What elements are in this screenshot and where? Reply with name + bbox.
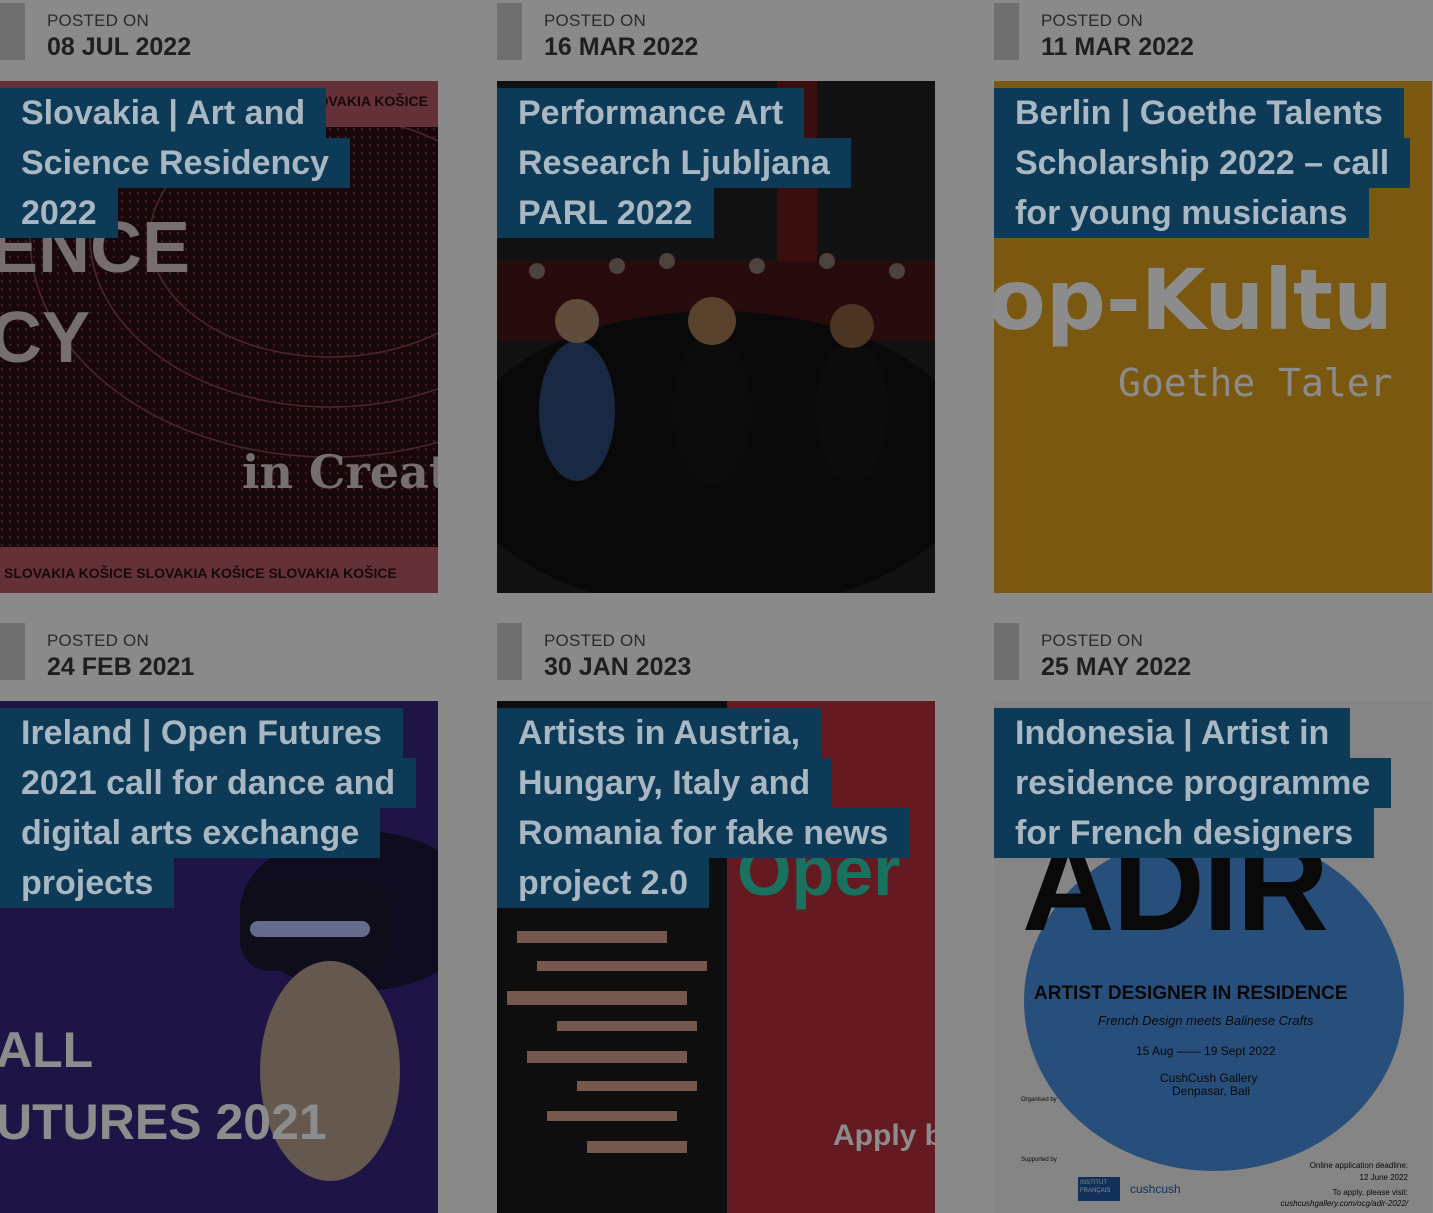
- title-line[interactable]: Science Residency: [0, 138, 351, 188]
- meta-accent-bar: [0, 3, 25, 60]
- title-line[interactable]: Ireland | Open Futures: [0, 708, 403, 758]
- posted-on-label: POSTED ON: [544, 631, 646, 650]
- post-title[interactable]: Indonesia | Artist in residence programm…: [994, 708, 1432, 858]
- meta-accent-bar: [0, 623, 25, 680]
- title-line[interactable]: Indonesia | Artist in: [994, 708, 1351, 758]
- title-line[interactable]: Scholarship 2022 – call: [994, 138, 1411, 188]
- title-line[interactable]: PARL 2022: [497, 188, 714, 238]
- posted-on-label: POSTED ON: [47, 631, 149, 650]
- post-date: 08 JUL 2022: [47, 33, 192, 61]
- title-line[interactable]: project 2.0: [497, 858, 710, 908]
- post-meta: POSTED ON 25 MAY 2022: [994, 620, 1432, 700]
- meta-accent-bar: [994, 3, 1019, 60]
- post-card[interactable]: POSTED ON 25 MAY 2022 ADIR ARTIST DESIGN…: [994, 620, 1432, 1213]
- meta-accent-bar: [497, 3, 522, 60]
- post-date: 11 MAR 2022: [1041, 33, 1194, 61]
- posted-on-label: POSTED ON: [47, 11, 149, 30]
- post-title[interactable]: Performance Art Research Ljubljana PARL …: [497, 88, 935, 238]
- title-line[interactable]: Research Ljubljana: [497, 138, 851, 188]
- title-line[interactable]: digital arts exchange: [0, 808, 381, 858]
- post-title[interactable]: Ireland | Open Futures 2021 call for dan…: [0, 708, 438, 908]
- post-title[interactable]: Berlin | Goethe Talents Scholarship 2022…: [994, 88, 1432, 238]
- post-date: 25 MAY 2022: [1041, 653, 1192, 681]
- post-card[interactable]: POSTED ON 11 MAR 2022 op-Kultu Goethe Ta…: [994, 0, 1432, 593]
- posted-on-label: POSTED ON: [1041, 631, 1143, 650]
- post-grid: POSTED ON 08 JUL 2022 ENCE CY in Creat S…: [0, 0, 1433, 1213]
- title-line[interactable]: Slovakia | Art and: [0, 88, 327, 138]
- post-card[interactable]: POSTED ON 16 MAR 2022 Performance Art Re…: [497, 0, 935, 593]
- title-line[interactable]: projects: [0, 858, 175, 908]
- post-card[interactable]: POSTED ON 24 FEB 2021 ALL UTURES 2021 Ir…: [0, 620, 438, 1213]
- posted-on-label: POSTED ON: [1041, 11, 1143, 30]
- title-line[interactable]: for young musicians: [994, 188, 1369, 238]
- post-meta: POSTED ON 24 FEB 2021: [0, 620, 438, 700]
- post-meta: POSTED ON 11 MAR 2022: [994, 0, 1432, 80]
- title-line[interactable]: Berlin | Goethe Talents: [994, 88, 1404, 138]
- meta-accent-bar: [497, 623, 522, 680]
- title-line[interactable]: Artists in Austria,: [497, 708, 822, 758]
- post-card[interactable]: POSTED ON 30 JAN 2023 Oper Apply b Artis…: [497, 620, 935, 1213]
- post-date: 16 MAR 2022: [544, 33, 699, 61]
- post-title[interactable]: Slovakia | Art and Science Residency 202…: [0, 88, 438, 238]
- post-meta: POSTED ON 08 JUL 2022: [0, 0, 438, 80]
- post-meta: POSTED ON 30 JAN 2023: [497, 620, 935, 700]
- posted-on-label: POSTED ON: [544, 11, 646, 30]
- meta-accent-bar: [994, 623, 1019, 680]
- title-line[interactable]: Hungary, Italy and: [497, 758, 832, 808]
- post-date: 24 FEB 2021: [47, 653, 195, 681]
- title-line[interactable]: Romania for fake news: [497, 808, 910, 858]
- post-meta: POSTED ON 16 MAR 2022: [497, 0, 935, 80]
- post-title[interactable]: Artists in Austria, Hungary, Italy and R…: [497, 708, 935, 908]
- title-line[interactable]: 2021 call for dance and: [0, 758, 417, 808]
- title-line[interactable]: 2022: [0, 188, 118, 238]
- title-line[interactable]: residence programme: [994, 758, 1392, 808]
- title-line[interactable]: Performance Art: [497, 88, 805, 138]
- post-card[interactable]: POSTED ON 08 JUL 2022 ENCE CY in Creat S…: [0, 0, 438, 593]
- post-date: 30 JAN 2023: [544, 653, 692, 681]
- title-line[interactable]: for French designers: [994, 808, 1375, 858]
